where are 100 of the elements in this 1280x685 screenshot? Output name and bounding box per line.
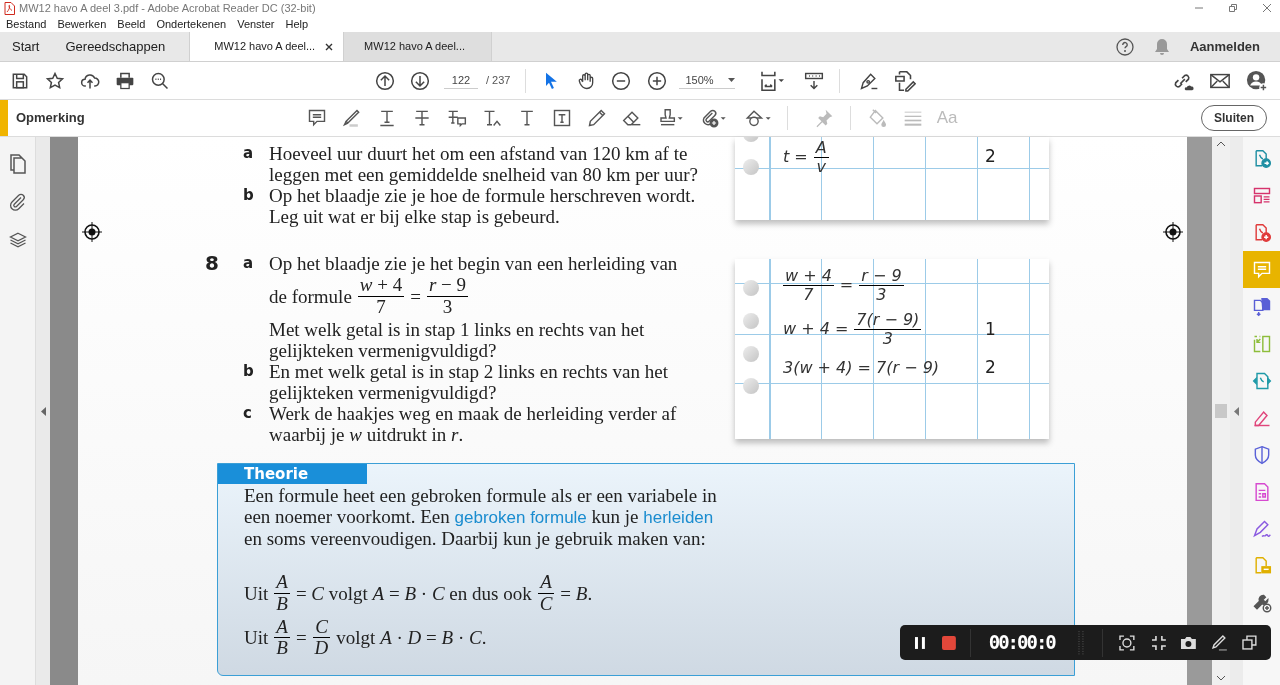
convert-tool-icon — [1251, 370, 1272, 391]
math-text: = — [410, 285, 421, 307]
comment-toolbar-title: Opmerking — [16, 109, 85, 128]
shapes-icon[interactable] — [744, 108, 773, 128]
scrollbar[interactable] — [1212, 137, 1230, 685]
math-text: = B. — [560, 582, 593, 604]
fraction-denominator: 7 — [375, 296, 387, 318]
item-letter: b — [243, 185, 255, 206]
question-text: Hoeveel uur duurt het om een afstand van 120 km af te leggen met een gemiddelde snelheid van 80 km per uur? — [269, 143, 699, 185]
zoom-dropdown[interactable]: 150% — [679, 71, 736, 90]
arrow-up-icon[interactable] — [375, 70, 395, 91]
sign-in-link[interactable]: Aanmelden — [1189, 36, 1260, 57]
menu-item[interactable]: Bewerken — [57, 15, 107, 33]
paperclip-icon[interactable] — [8, 192, 27, 212]
scroll-mode-icon[interactable] — [803, 70, 826, 91]
arrow-down-icon[interactable] — [410, 70, 430, 91]
organize-tool-icon — [1251, 185, 1272, 206]
question-text: Werk de haakjes weg en maak de herleiding verder af waarbij je w uitdrukt in r. — [269, 402, 678, 445]
pen-icon[interactable] — [1211, 634, 1229, 651]
stop-icon[interactable] — [941, 635, 956, 650]
comment-icon[interactable] — [306, 108, 327, 128]
menu-item[interactable]: Help — [285, 15, 309, 33]
sign-tool-icon — [1251, 518, 1272, 539]
text-box-icon[interactable] — [551, 108, 572, 128]
search-icon[interactable] — [150, 70, 170, 91]
fraction-numerator: A — [813, 139, 829, 158]
fraction-denominator: B — [275, 593, 289, 615]
window-icon[interactable] — [1242, 635, 1257, 650]
math-text: t = — [783, 146, 808, 169]
step-number: 1 — [985, 317, 996, 341]
fraction-numerator: 7(r − 9) — [854, 311, 922, 330]
question-text: En met welk getal is in stap 2 links en rechts van het gelijkteken vermenigvuldigd? — [269, 360, 669, 403]
layers-icon[interactable] — [8, 230, 27, 250]
math-text: = — [839, 274, 854, 297]
region-capture-icon[interactable] — [1118, 634, 1135, 651]
tab[interactable]: MW12 havo A deel... — [189, 32, 345, 61]
item-letter: a — [243, 143, 255, 164]
tab[interactable]: MW12 havo A deel... — [344, 32, 492, 61]
menu-item[interactable]: Beeld — [117, 15, 146, 33]
scroll-thumb[interactable] — [1215, 404, 1227, 418]
zoom-in-icon[interactable] — [647, 70, 668, 91]
star-icon[interactable] — [45, 70, 65, 91]
math-text: Uit — [244, 627, 269, 649]
theory-heading: Theorie — [218, 463, 367, 484]
zoom-out-icon[interactable] — [611, 70, 632, 91]
close-button[interactable]: Sluiten — [1201, 105, 1267, 131]
math-text: Uit — [244, 582, 269, 604]
pages-icon[interactable] — [8, 154, 27, 174]
fraction-numerator: w + 4 — [783, 267, 834, 286]
window-title: MW12 havo A deel 3.pdf - Adobe Acrobat Reader DC (32-bit) — [19, 0, 316, 16]
scroll-down-icon[interactable] — [1217, 676, 1225, 681]
menu-item[interactable]: Bestand — [6, 15, 47, 33]
collapse-left-icon[interactable] — [40, 406, 46, 416]
question-text: Op het blaadje zie je het begin van een herleiding van — [269, 253, 679, 274]
fraction-denominator: 7 — [802, 285, 815, 304]
question-text: Op het blaadje zie je hoe de formule herschreven wordt. Leg uit wat er bij elke stap is gebeurd. — [269, 185, 697, 227]
compress-tool-icon — [1251, 333, 1272, 354]
active-tool-stripe — [0, 100, 8, 136]
close-icon[interactable] — [325, 42, 334, 51]
pencil-icon[interactable] — [586, 108, 607, 128]
print-icon[interactable] — [115, 70, 135, 91]
crosshair-target-icon — [82, 222, 102, 242]
pause-icon[interactable] — [914, 635, 926, 650]
fraction-numerator: r − 9 — [859, 267, 904, 286]
fraction-numerator: w + 4 — [357, 275, 405, 297]
item-letter: b — [243, 360, 255, 382]
page-total: / 237 — [486, 73, 511, 89]
tab[interactable]: Gereedschappen — [53, 32, 178, 61]
tab[interactable]: Start — [0, 32, 52, 61]
menu-item[interactable]: Ondertekenen — [156, 15, 227, 33]
math-text: volgt A · D = B · C. — [336, 627, 487, 649]
theory-paragraph: Een formule heet een gebroken formule als er een variabele in een noemer voorkomt. Een gebroken formule kun je herleiden en soms vereenvoudigen. Daarbij kun je gebruik maken van: — [244, 484, 718, 549]
math-text: w + 4 = — [783, 318, 849, 341]
step-number: 2 — [985, 356, 996, 380]
shrink-icon[interactable] — [1150, 634, 1167, 651]
fraction-numerator: r − 9 — [426, 275, 469, 297]
exercise-number: 8 — [205, 253, 219, 274]
replace-text-icon[interactable] — [446, 108, 467, 128]
audio-level-meter — [1077, 629, 1084, 656]
recording-timer: 00:00:0 — [988, 630, 1057, 656]
item-letter: c — [243, 402, 253, 424]
combine-tool-icon — [1251, 296, 1272, 317]
camera-icon[interactable] — [1180, 635, 1198, 650]
fraction-denominator: B — [275, 638, 289, 660]
fraction-denominator: 3 — [441, 296, 454, 318]
restore-icon[interactable] — [1228, 3, 1238, 13]
document-pen-icon[interactable] — [894, 69, 917, 92]
add-user-icon[interactable] — [1246, 69, 1268, 92]
highlighter-icon[interactable] — [341, 108, 362, 128]
fraction-numerator: A — [538, 571, 554, 594]
math-text: = C volgt A = B · C en dus ook — [295, 582, 532, 604]
fraction-denominator: 3 — [875, 285, 888, 304]
help-icon[interactable] — [1115, 37, 1134, 56]
binder-hole — [743, 280, 759, 296]
fraction-denominator: v — [815, 157, 827, 176]
binder-hole — [743, 346, 759, 362]
menu-item[interactable]: Venster — [237, 15, 275, 33]
collapse-right-icon[interactable] — [1234, 406, 1239, 416]
scroll-up-icon[interactable] — [1217, 141, 1225, 146]
math-text: de formule — [269, 285, 352, 307]
